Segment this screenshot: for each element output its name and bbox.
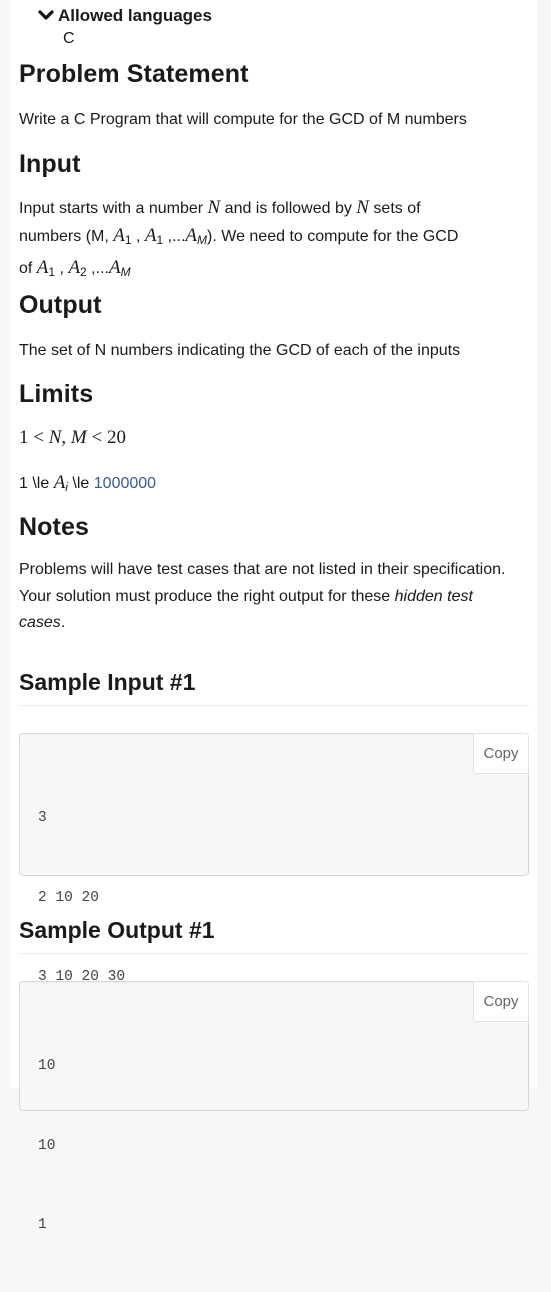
input-heading: Input (19, 150, 81, 178)
code-line: 10 (38, 1058, 56, 1074)
divider (18, 705, 529, 706)
chevron-down-icon (38, 10, 54, 20)
limits-math-line: 1 < N, M < 20 (19, 424, 529, 452)
code-line: 2 10 20 (38, 889, 99, 906)
text: , (61, 427, 71, 448)
sample-input-heading: Sample Input #1 (19, 669, 196, 695)
sample-output-box: 10 10 1 Copy (19, 981, 529, 1233)
math-A: A (53, 472, 66, 493)
text: of (19, 260, 37, 277)
input-description: Input starts with a number N and is foll… (19, 194, 529, 286)
text: ,... (163, 228, 186, 245)
allowed-languages-title: Allowed languages (58, 6, 212, 25)
math-A: A (68, 257, 81, 278)
text: Input starts with a number (19, 200, 208, 217)
text: and is followed by (220, 200, 357, 217)
text: , (131, 228, 145, 245)
notes-text: Problems will have test cases that are n… (19, 557, 509, 637)
text: < 20 (86, 427, 126, 448)
text: ,... (86, 260, 109, 277)
sample-output-heading: Sample Output #1 (19, 917, 215, 943)
math-N: N (48, 427, 62, 448)
math-A: A (185, 225, 198, 246)
output-heading: Output (19, 291, 102, 319)
subscript: 1 (124, 233, 132, 247)
problem-statement-text: Write a C Program that will compute for … (19, 111, 467, 128)
text: 1 < (19, 427, 49, 448)
math-N: N (356, 197, 369, 218)
sample-output-code[interactable]: 10 10 1 (38, 1000, 90, 1292)
code-line: 10 (38, 1137, 56, 1154)
subscript: 2 (80, 265, 87, 279)
text: sets of (368, 200, 421, 217)
text: numbers (M, (19, 228, 114, 245)
notes-heading: Notes (19, 513, 89, 541)
text: 1 \le (19, 475, 54, 492)
divider (18, 953, 529, 954)
subscript: M (120, 265, 131, 279)
math-A: A (144, 225, 157, 246)
allowed-language-value: C (63, 30, 75, 47)
subscript: M (197, 233, 208, 247)
limits-line-2: 1 \le Ai \le 1000000 (19, 469, 529, 501)
code-line: 3 (38, 810, 47, 826)
copy-sample-output-button[interactable]: Copy (473, 981, 529, 1022)
problem-page: Allowed languages C Problem Statement Wr… (10, 0, 537, 1233)
math-A: A (36, 257, 49, 278)
text: \le (67, 475, 94, 492)
problem-statement-heading: Problem Statement (19, 60, 249, 88)
limit-value: 1000000 (93, 475, 157, 492)
limits-heading: Limits (19, 380, 94, 408)
sample-input-box: 3 2 10 20 3 10 20 30 4 11 12 13 14 Copy (19, 733, 529, 1065)
math-N: N (207, 197, 221, 218)
math-M: M (70, 427, 87, 448)
code-line: 1 (38, 1217, 47, 1233)
text: , (55, 260, 69, 277)
allowed-languages-toggle[interactable]: Allowed languages (36, 6, 212, 26)
math-A: A (108, 257, 121, 278)
text: ). We need to compute for the GCD (207, 228, 459, 245)
text: . (60, 614, 66, 631)
copy-sample-input-button[interactable]: Copy (473, 733, 529, 774)
math-A: A (113, 225, 125, 246)
output-text: The set of N numbers indicating the GCD … (19, 342, 461, 359)
